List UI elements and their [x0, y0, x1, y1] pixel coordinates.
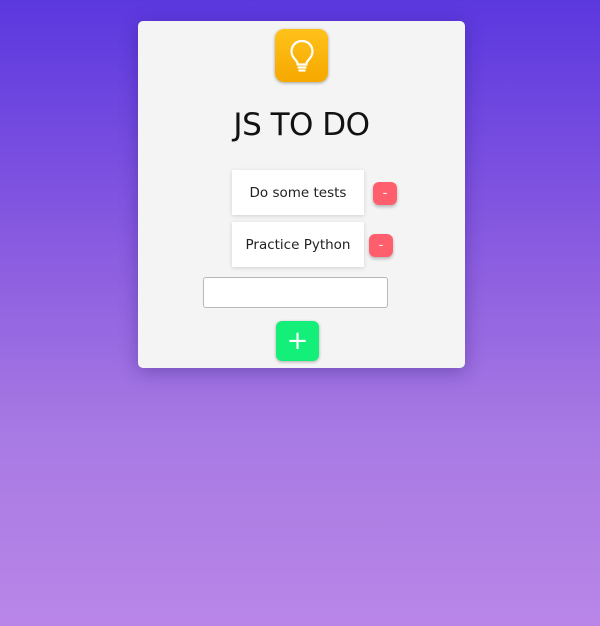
todo-item-text: Do some tests	[249, 184, 347, 201]
todo-card: JS TO DO Do some tests - Practice Python…	[138, 21, 465, 368]
todo-item[interactable]: Practice Python	[232, 222, 364, 267]
remove-todo-button[interactable]: -	[369, 234, 393, 257]
new-todo-input[interactable]	[203, 277, 388, 308]
todo-item[interactable]: Do some tests	[232, 170, 364, 215]
page-title: JS TO DO	[233, 107, 370, 143]
todo-item-text: Practice Python	[245, 236, 351, 253]
add-todo-button[interactable]: +	[276, 321, 319, 361]
lightbulb-icon	[275, 29, 328, 82]
remove-todo-button[interactable]: -	[373, 182, 397, 205]
